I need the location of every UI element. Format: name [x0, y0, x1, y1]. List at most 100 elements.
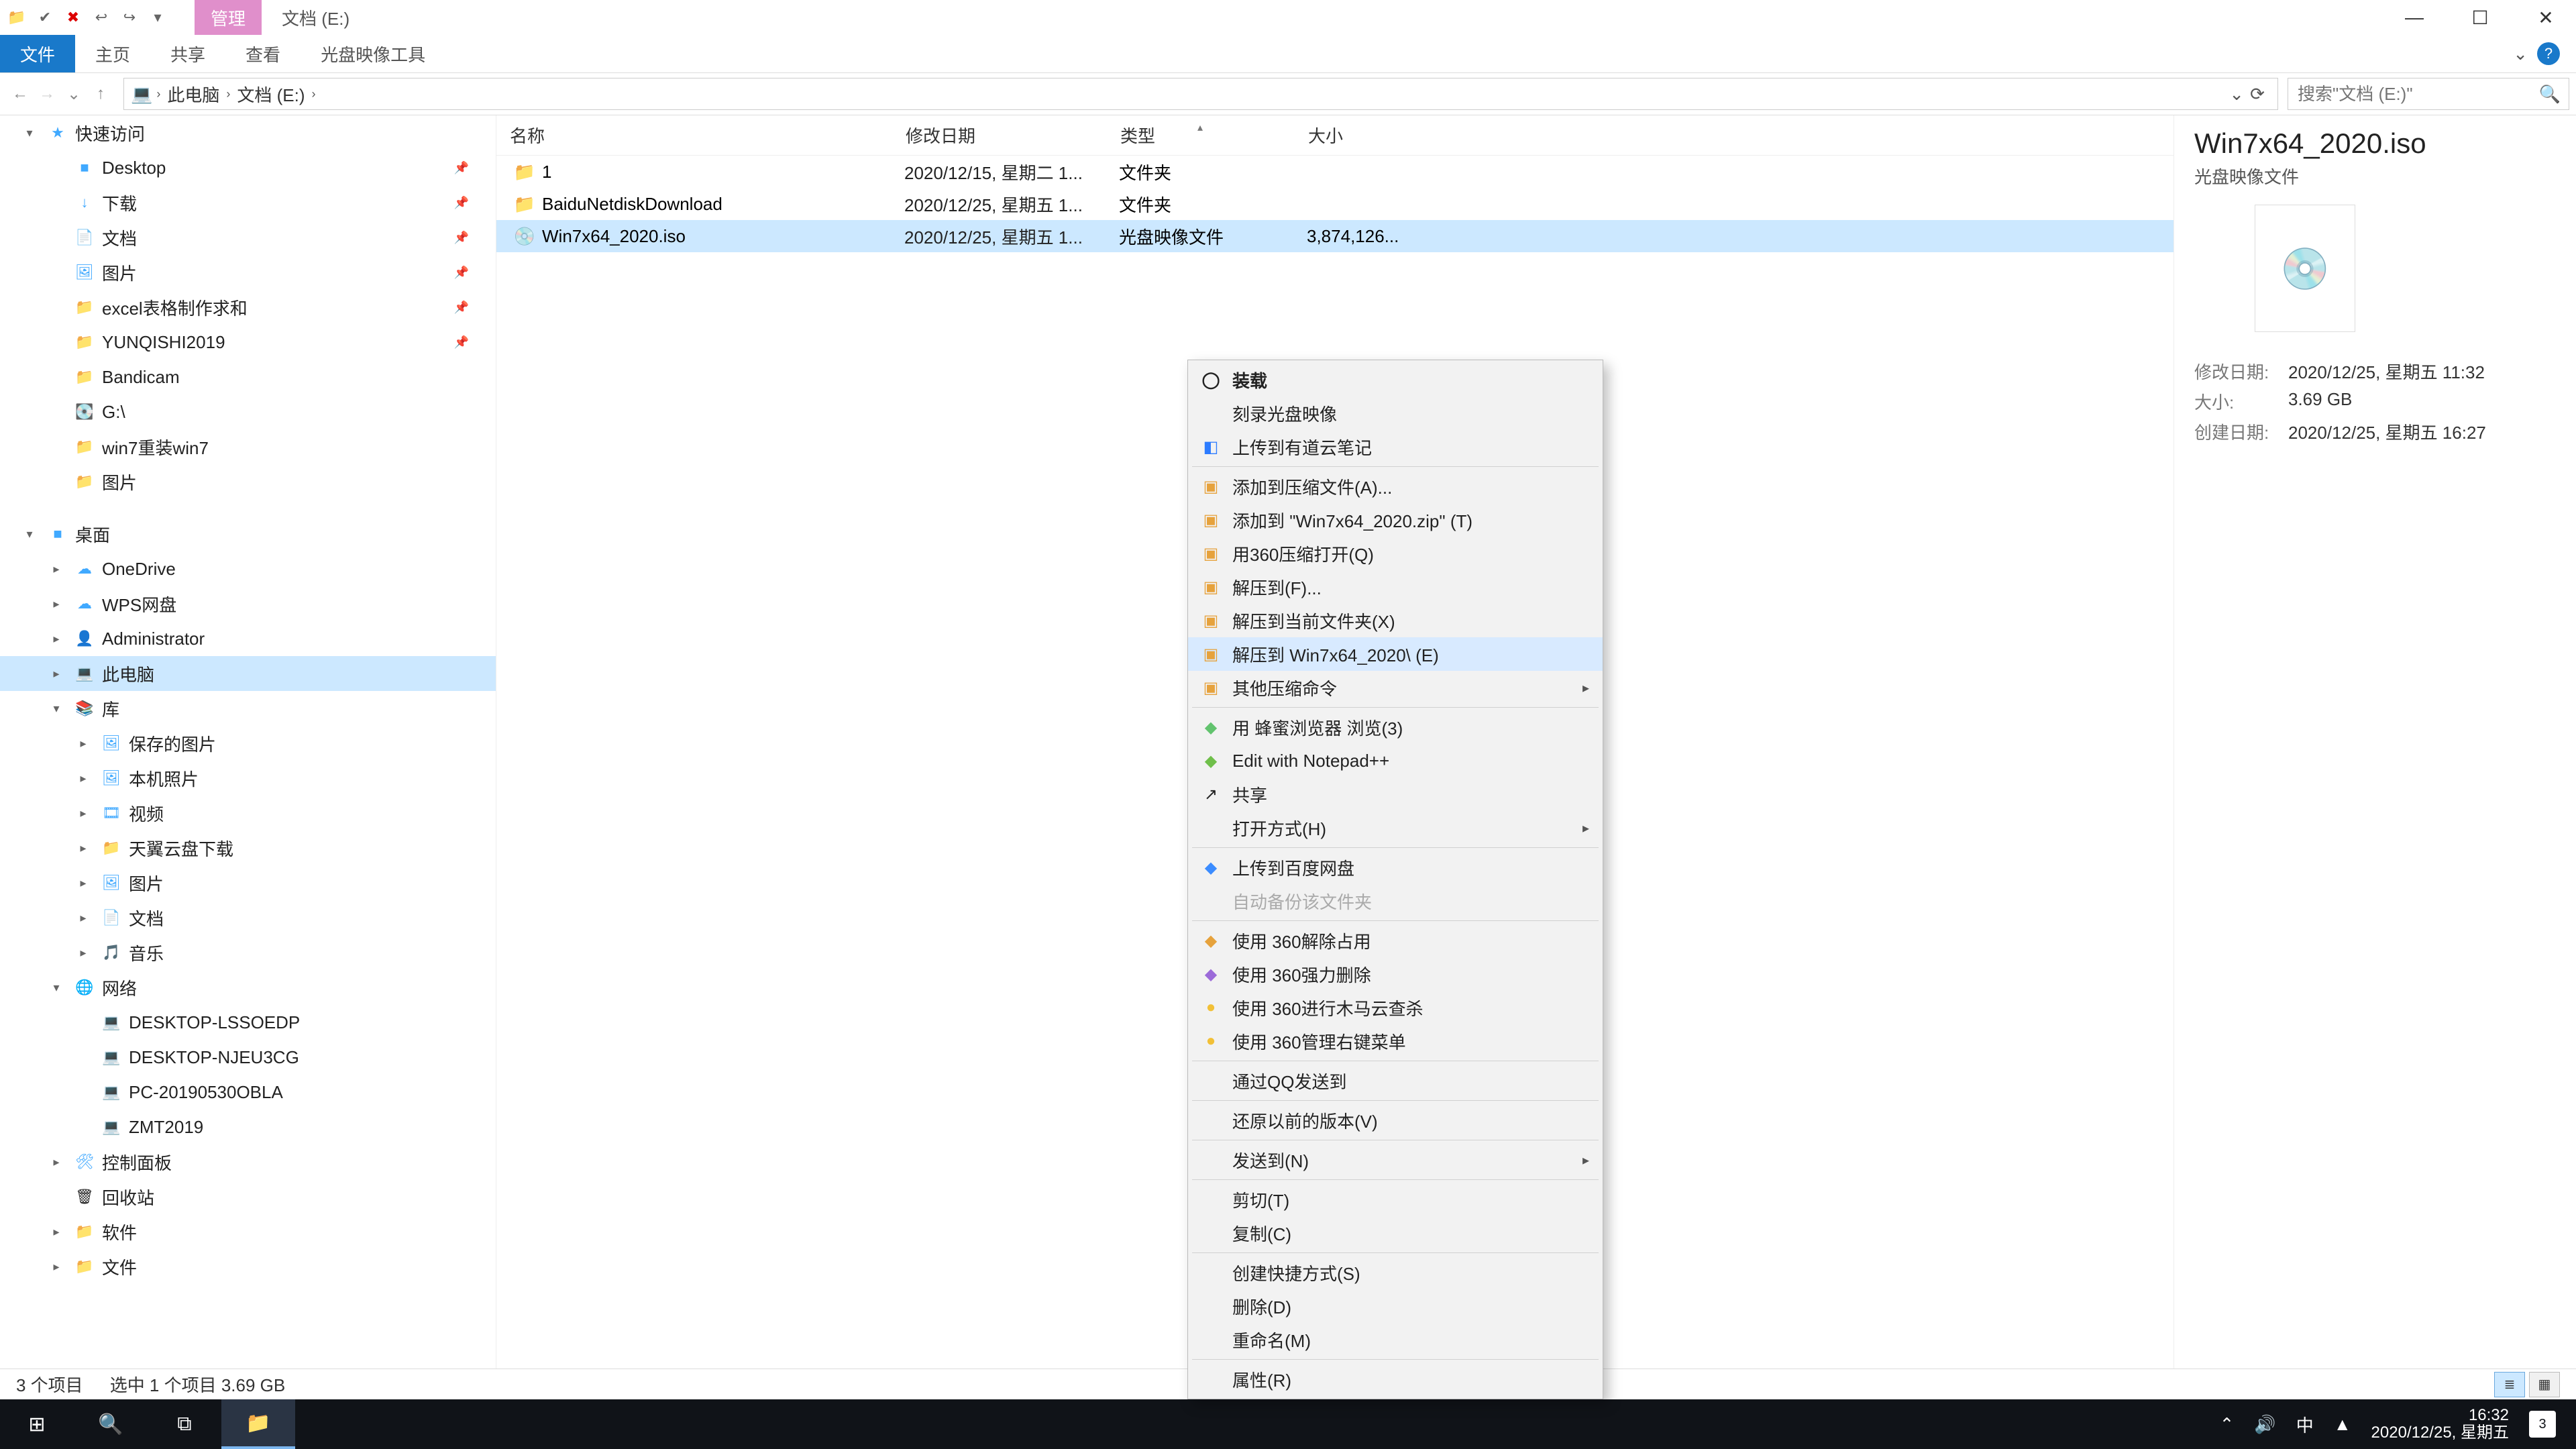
nav-item[interactable]: ▸🛠控制面板: [0, 1144, 496, 1179]
refresh-icon[interactable]: ⟳: [2244, 84, 2271, 105]
ime-indicator[interactable]: 中: [2296, 1412, 2314, 1437]
context-menu-item[interactable]: 剪切(T): [1188, 1183, 1603, 1216]
up-button[interactable]: ↑: [87, 80, 114, 107]
nav-item[interactable]: ▾■桌面: [0, 517, 496, 551]
notification-center-icon[interactable]: 3: [2529, 1411, 2556, 1438]
context-menu-item[interactable]: ▣其他压缩命令▸: [1188, 671, 1603, 704]
context-menu-item[interactable]: ◆使用 360强力删除: [1188, 957, 1603, 991]
nav-item[interactable]: ▸📁文件: [0, 1249, 496, 1284]
breadcrumb-folder[interactable]: 文档 (E:): [234, 82, 307, 107]
nav-item[interactable]: ▸☁OneDrive: [0, 551, 496, 586]
nav-item[interactable]: 💻DESKTOP-NJEU3CG: [0, 1040, 496, 1075]
explorer-taskbar-icon[interactable]: 📁: [221, 1399, 295, 1449]
back-button[interactable]: ←: [7, 80, 34, 107]
nav-item[interactable]: 📁图片: [0, 464, 496, 499]
tree-caret-icon[interactable]: ▸: [75, 946, 91, 960]
column-size[interactable]: 大小: [1295, 123, 1442, 148]
ribbon-expand-icon[interactable]: ⌄: [2513, 44, 2528, 64]
context-menu-item[interactable]: ◧上传到有道云笔记: [1188, 430, 1603, 464]
tree-caret-icon[interactable]: ▾: [48, 702, 64, 716]
nav-item[interactable]: ▸👤Administrator: [0, 621, 496, 656]
context-menu-item[interactable]: ◆Edit with Notepad++: [1188, 744, 1603, 777]
context-menu-item[interactable]: 创建快捷方式(S): [1188, 1256, 1603, 1289]
context-menu-item[interactable]: 通过QQ发送到: [1188, 1064, 1603, 1097]
contextual-tab-manage[interactable]: 管理: [195, 0, 262, 35]
nav-item[interactable]: 📁win7重装win7: [0, 429, 496, 464]
column-date[interactable]: 修改日期: [892, 123, 1107, 148]
context-menu-item[interactable]: 重命名(M): [1188, 1323, 1603, 1356]
search-icon[interactable]: 🔍: [2539, 84, 2561, 105]
context-menu-item[interactable]: 删除(D): [1188, 1289, 1603, 1323]
task-view-button[interactable]: ⧉: [148, 1399, 221, 1449]
ribbon-tab-home[interactable]: 主页: [75, 35, 150, 72]
maximize-button[interactable]: ☐: [2450, 0, 2510, 35]
context-menu-item[interactable]: ▣解压到(F)...: [1188, 570, 1603, 604]
nav-item[interactable]: 💻PC-20190530OBLA: [0, 1075, 496, 1110]
nav-item[interactable]: 💻DESKTOP-LSSOEDP: [0, 1005, 496, 1040]
ribbon-tab-view[interactable]: 查看: [225, 35, 301, 72]
context-menu-item[interactable]: ●使用 360进行木马云查杀: [1188, 991, 1603, 1024]
tray-overflow-icon[interactable]: ⌃: [2220, 1414, 2235, 1435]
breadcrumb-root[interactable]: 此电脑: [164, 82, 222, 107]
minimize-button[interactable]: —: [2384, 0, 2445, 35]
nav-item[interactable]: ▸☁WPS网盘: [0, 586, 496, 621]
undo-icon[interactable]: ↩: [91, 7, 111, 28]
context-menu-item[interactable]: ◆上传到百度网盘: [1188, 851, 1603, 884]
nav-item[interactable]: ▸📁天翼云盘下载: [0, 830, 496, 865]
nav-item[interactable]: ▸🖼本机照片: [0, 761, 496, 796]
nav-item[interactable]: ■Desktop📌: [0, 150, 496, 185]
start-button[interactable]: ⊞: [0, 1399, 74, 1449]
nav-item[interactable]: 💻ZMT2019: [0, 1110, 496, 1144]
view-details-button[interactable]: ≣: [2494, 1372, 2525, 1397]
nav-item[interactable]: ▾★快速访问: [0, 115, 496, 150]
tree-caret-icon[interactable]: ▸: [48, 632, 64, 646]
tree-caret-icon[interactable]: ▸: [48, 597, 64, 611]
tree-caret-icon[interactable]: ▸: [48, 1155, 64, 1169]
tree-caret-icon[interactable]: ▸: [75, 911, 91, 925]
nav-item[interactable]: 📁YUNQISHI2019📌: [0, 325, 496, 360]
tree-caret-icon[interactable]: ▾: [48, 981, 64, 995]
context-menu-item[interactable]: 还原以前的版本(V): [1188, 1104, 1603, 1137]
help-icon[interactable]: ?: [2537, 42, 2560, 65]
context-menu-item[interactable]: 发送到(N)▸: [1188, 1143, 1603, 1177]
nav-item[interactable]: ▸🖼图片: [0, 865, 496, 900]
nav-item[interactable]: ▾🌐网络: [0, 970, 496, 1005]
tree-caret-icon[interactable]: ▸: [75, 876, 91, 890]
context-menu-item[interactable]: ◆用 蜂蜜浏览器 浏览(3): [1188, 710, 1603, 744]
nav-item[interactable]: ▸📁软件: [0, 1214, 496, 1249]
nav-item[interactable]: ▸🖼保存的图片: [0, 726, 496, 761]
nav-item[interactable]: 🖼图片📌: [0, 255, 496, 290]
tree-caret-icon[interactable]: ▸: [75, 771, 91, 786]
redo-icon[interactable]: ↪: [119, 7, 140, 28]
context-menu-item[interactable]: ▣添加到 "Win7x64_2020.zip" (T): [1188, 503, 1603, 537]
tree-caret-icon[interactable]: ▾: [21, 126, 38, 140]
nav-item[interactable]: 📁Bandicam: [0, 360, 496, 394]
volume-icon[interactable]: 🔊: [2254, 1414, 2275, 1435]
nav-item[interactable]: 💽G:\: [0, 394, 496, 429]
nav-item[interactable]: ▸🎞视频: [0, 796, 496, 830]
column-name[interactable]: 名称: [496, 123, 892, 148]
nav-item[interactable]: 🗑回收站: [0, 1179, 496, 1214]
file-row[interactable]: 📁12020/12/15, 星期二 1...文件夹: [496, 156, 2174, 188]
nav-item[interactable]: 📁excel表格制作求和📌: [0, 290, 496, 325]
context-menu-item[interactable]: ◆使用 360解除占用: [1188, 924, 1603, 957]
close-button[interactable]: ✕: [2516, 0, 2576, 35]
file-row[interactable]: 📁BaiduNetdiskDownload2020/12/25, 星期五 1..…: [496, 188, 2174, 220]
context-menu-item[interactable]: 复制(C): [1188, 1216, 1603, 1250]
context-menu-item[interactable]: ▣添加到压缩文件(A)...: [1188, 470, 1603, 503]
save-icon[interactable]: ✔: [35, 7, 55, 28]
search-box[interactable]: 🔍: [2288, 78, 2569, 110]
taskbar-search-button[interactable]: 🔍: [74, 1399, 148, 1449]
tree-caret-icon[interactable]: ▸: [48, 1260, 64, 1274]
security-icon[interactable]: ▲: [2334, 1414, 2351, 1435]
nav-item[interactable]: ▸📄文档: [0, 900, 496, 935]
taskbar-date[interactable]: 2020/12/25, 星期五: [2371, 1424, 2509, 1442]
nav-item[interactable]: ↓下载📌: [0, 185, 496, 220]
file-row[interactable]: 💿Win7x64_2020.iso2020/12/25, 星期五 1...光盘映…: [496, 220, 2174, 252]
forward-button[interactable]: →: [34, 80, 60, 107]
nav-item[interactable]: 📄文档📌: [0, 220, 496, 255]
context-menu-item[interactable]: ▣解压到当前文件夹(X): [1188, 604, 1603, 637]
search-input[interactable]: [2296, 83, 2539, 105]
tree-caret-icon[interactable]: ▾: [21, 527, 38, 541]
breadcrumb[interactable]: 💻 › 此电脑 › 文档 (E:) › ⌄ ⟳: [123, 78, 2278, 110]
